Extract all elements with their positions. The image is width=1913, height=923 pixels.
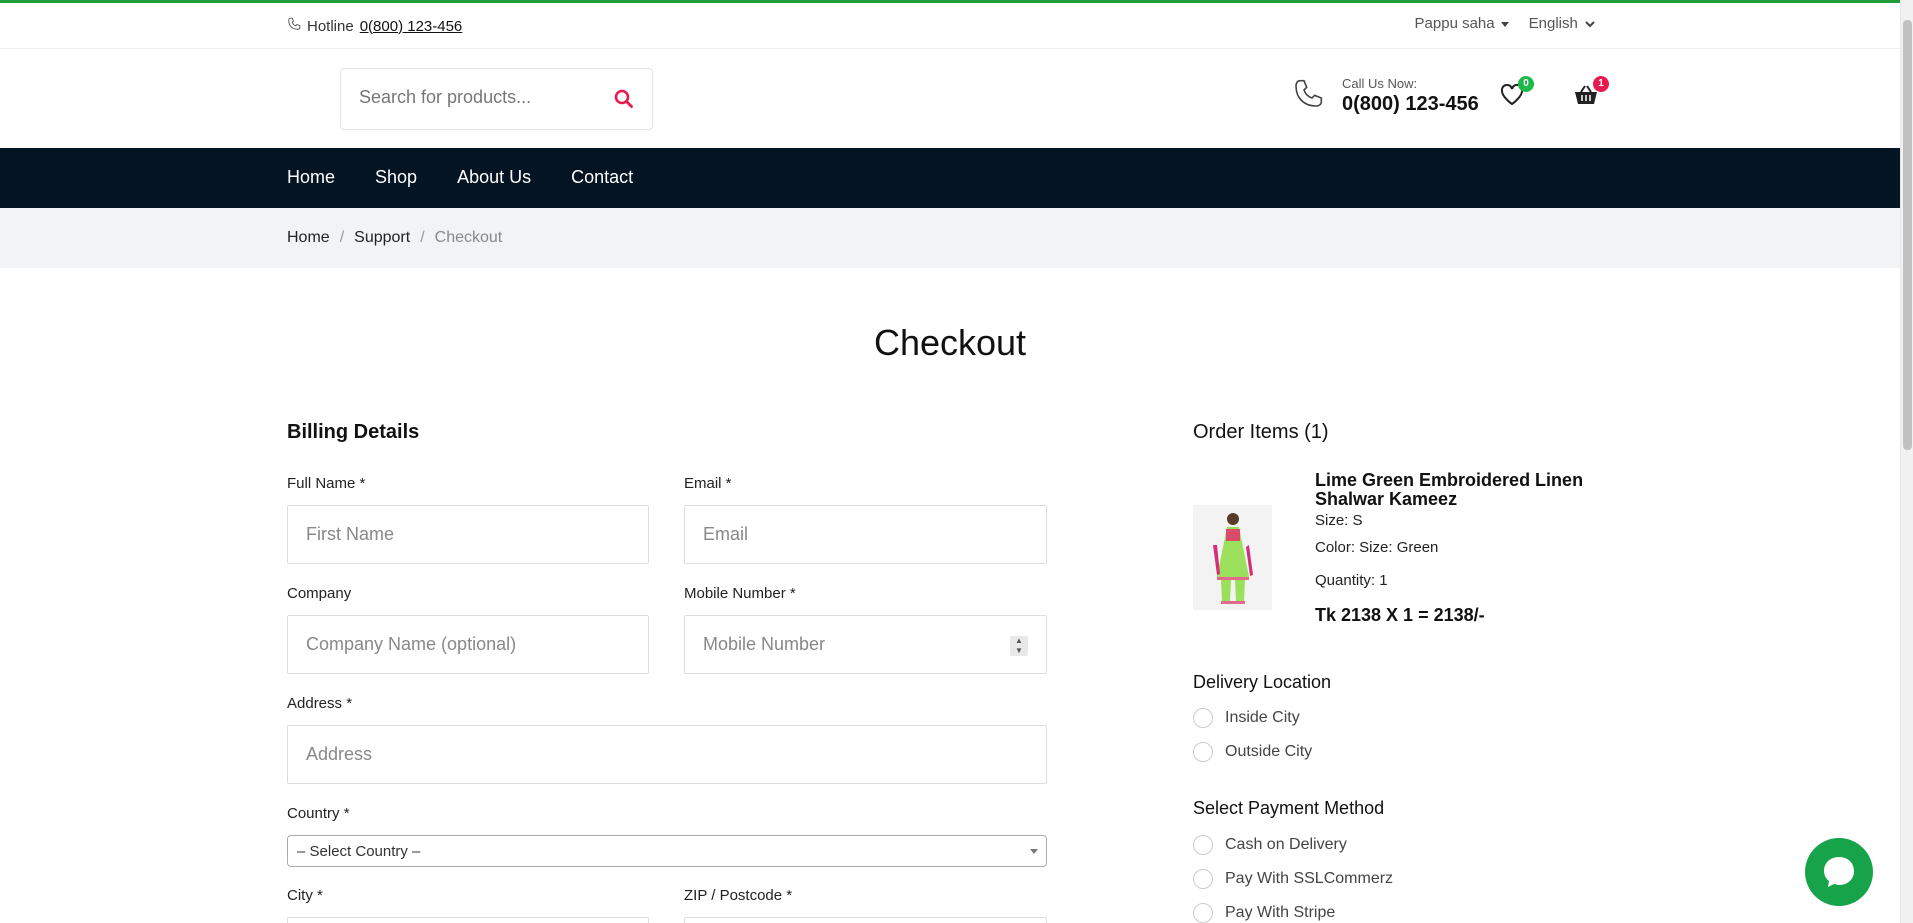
product-total: Tk 2138 X 1 = 2138/- — [1315, 605, 1485, 625]
payment-method-title: Select Payment Method — [1193, 798, 1385, 818]
radio-label: Outside City — [1225, 743, 1313, 760]
cart-count-badge: 1 — [1593, 76, 1609, 92]
radio-label: Pay With Stripe — [1225, 904, 1336, 921]
company-placeholder: Company Name (optional) — [306, 634, 517, 654]
zip-label: ZIP / Postcode * — [684, 887, 793, 904]
call-us-label: Call Us Now: — [1342, 76, 1418, 91]
chat-bubble-icon — [1824, 857, 1854, 887]
full-name-label: Full Name * — [287, 475, 366, 492]
caret-down-icon — [1500, 21, 1509, 27]
email-label: Email * — [684, 475, 732, 492]
radio-circle-icon — [1193, 742, 1213, 762]
radio-label: Cash on Delivery — [1225, 836, 1347, 853]
nav-item-contact[interactable]: Contact — [571, 167, 633, 188]
city-field[interactable] — [287, 917, 649, 923]
chat-button[interactable] — [1805, 838, 1873, 906]
scrollbar-thumb[interactable] — [1903, 20, 1912, 450]
breadcrumb-separator: / — [339, 229, 345, 246]
product-quantity: Quantity: 1 — [1315, 572, 1388, 589]
breadcrumb-support[interactable]: Support — [354, 229, 410, 247]
city-label: City * — [287, 887, 323, 904]
company-label: Company — [287, 585, 352, 602]
billing-title: Billing Details — [287, 421, 420, 443]
search-box — [340, 68, 653, 130]
radio-stripe[interactable]: Pay With Stripe — [1193, 903, 1335, 923]
radio-cash-on-delivery[interactable]: Cash on Delivery — [1193, 835, 1347, 855]
radio-label: Inside City — [1225, 709, 1300, 726]
hotline-label: Hotline — [307, 17, 354, 35]
product-name[interactable]: Lime Green Embroidered Linen Shalwar Kam… — [1315, 471, 1595, 509]
user-name: Pappu saha — [1414, 15, 1495, 32]
full-name-field[interactable]: First Name — [287, 505, 649, 564]
nav-item-home[interactable]: Home — [287, 167, 335, 188]
search-input[interactable] — [359, 87, 599, 108]
nav-item-shop[interactable]: Shop — [375, 167, 417, 188]
phone-icon — [287, 17, 301, 35]
zip-field[interactable] — [684, 917, 1047, 923]
address-label: Address * — [287, 695, 353, 712]
user-dropdown[interactable]: Pappu saha — [1415, 15, 1509, 32]
radio-sslcommerz[interactable]: Pay With SSLCommerz — [1193, 869, 1393, 889]
full-name-placeholder: First Name — [306, 524, 395, 544]
header: Call Us Now: 0(800) 123-456 0 1 — [0, 50, 1900, 148]
radio-circle-icon — [1193, 835, 1213, 855]
country-selected-value: – Select Country – — [297, 842, 421, 860]
top-bar: Hotline 0(800) 123-456 Pappu saha Englis… — [0, 3, 1900, 49]
mobile-field[interactable]: Mobile Number ▲ ▼ — [684, 615, 1047, 674]
product-color: Color: Size: Green — [1315, 539, 1439, 556]
wishlist-button[interactable]: 0 — [1500, 76, 1534, 111]
search-icon[interactable] — [614, 89, 634, 114]
call-us: Call Us Now: 0(800) 123-456 — [1292, 76, 1479, 116]
wishlist-count-badge: 0 — [1518, 76, 1534, 92]
language-label: English — [1528, 15, 1578, 32]
breadcrumb-home[interactable]: Home — [287, 229, 330, 247]
page-scrollbar[interactable] — [1900, 0, 1913, 923]
radio-circle-icon — [1193, 708, 1213, 728]
page-title: Checkout — [873, 322, 1027, 363]
radio-circle-icon — [1193, 903, 1213, 923]
product-image — [1193, 505, 1272, 610]
breadcrumb: Home / Support / Checkout — [0, 208, 1900, 268]
hotline-number-link[interactable]: 0(800) 123-456 — [360, 18, 463, 35]
breadcrumb-current: Checkout — [434, 229, 503, 246]
country-select[interactable]: – Select Country – — [287, 835, 1047, 867]
cart-button[interactable]: 1 — [1573, 76, 1609, 111]
email-field[interactable]: Email — [684, 505, 1047, 564]
mobile-label: Mobile Number * — [684, 585, 796, 602]
nav-item-about-us[interactable]: About Us — [457, 167, 531, 188]
phone-icon — [1292, 78, 1324, 115]
language-dropdown[interactable]: English — [1529, 15, 1595, 32]
hotline: Hotline 0(800) 123-456 — [287, 17, 462, 35]
radio-circle-icon — [1193, 869, 1213, 889]
address-placeholder: Address — [306, 744, 373, 764]
mobile-placeholder: Mobile Number — [703, 634, 826, 654]
company-field[interactable]: Company Name (optional) — [287, 615, 649, 674]
radio-label: Pay With SSLCommerz — [1225, 870, 1394, 887]
country-label: Country * — [287, 805, 350, 822]
address-field[interactable]: Address — [287, 725, 1047, 784]
delivery-location-title: Delivery Location — [1193, 672, 1332, 692]
main-nav: Home Shop About Us Contact — [0, 148, 1900, 208]
radio-outside-city[interactable]: Outside City — [1193, 742, 1312, 762]
call-us-number[interactable]: 0(800) 123-456 — [1342, 93, 1479, 116]
order-items-title: Order Items (1) — [1193, 421, 1329, 443]
email-placeholder: Email — [703, 524, 749, 544]
breadcrumb-separator: / — [420, 229, 425, 246]
radio-inside-city[interactable]: Inside City — [1193, 708, 1300, 728]
number-stepper-icon[interactable]: ▲ ▼ — [1010, 636, 1028, 656]
chevron-down-icon — [1585, 21, 1595, 28]
top-right-menu: Pappu saha English — [1415, 15, 1595, 32]
product-size: Size: S — [1315, 512, 1363, 529]
dropdown-arrow-icon — [1030, 849, 1038, 854]
